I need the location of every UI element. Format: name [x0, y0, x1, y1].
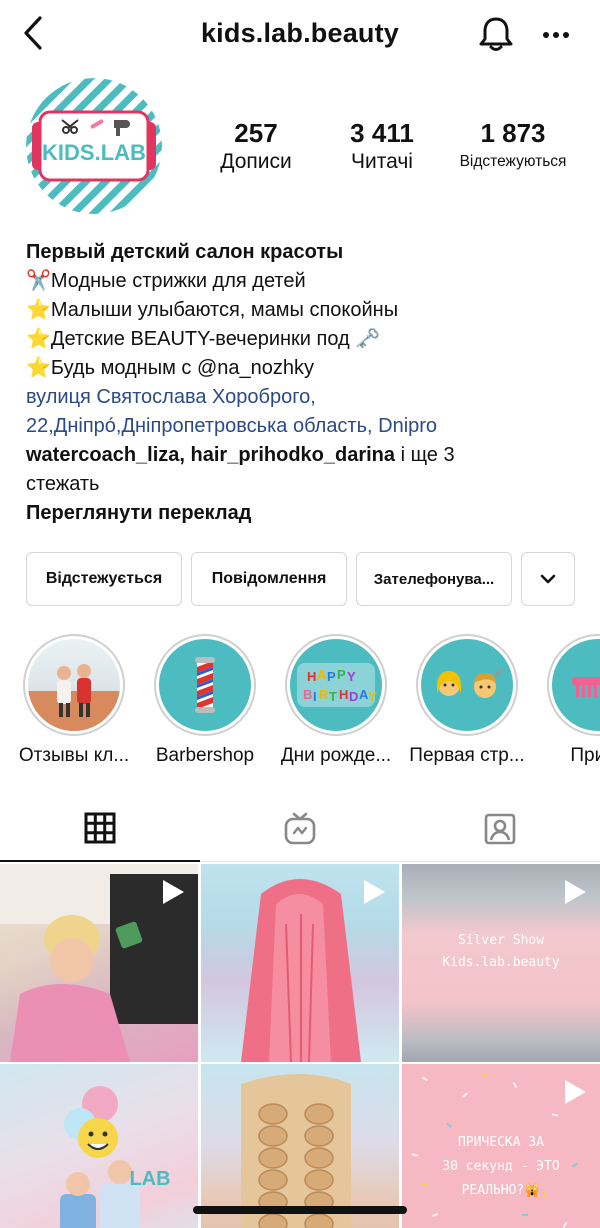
following-button[interactable]: Відстежується — [26, 552, 182, 606]
tagged-icon — [484, 813, 516, 845]
tab-igtv[interactable] — [200, 796, 400, 862]
profile-avatar[interactable]: KIDS.LAB — [26, 78, 162, 214]
see-translation-link[interactable]: Переглянути переклад — [26, 499, 586, 528]
highlight-label: Первая стр... — [409, 745, 525, 766]
chevron-down-icon — [540, 574, 556, 584]
profile-bio: Первый детский салон красоты ✂️Модные ст… — [26, 238, 586, 528]
tab-tagged[interactable] — [400, 796, 600, 862]
svg-text:R: R — [319, 687, 329, 702]
highlight-item[interactable]: Barbershop — [140, 634, 270, 768]
message-button[interactable]: Повідомлення — [191, 552, 347, 606]
top-bar: kids.lab.beauty — [0, 0, 600, 70]
posts-grid: Silver Show Kids.lab.beauty LAB ПРИЧЕСКА… — [0, 864, 600, 1228]
bio-line: ⭐Будь модным с @na_nozhky — [26, 357, 314, 379]
igtv-icon — [284, 812, 316, 845]
suggested-accounts-button[interactable] — [521, 552, 575, 606]
profile-stats: 257 Дописи 3 411 Читачі 1 873 Відстежуют… — [200, 118, 580, 178]
comb-icon — [572, 677, 600, 697]
post-caption-line: ПРИЧЕСКА ЗА — [457, 1135, 545, 1150]
bell-icon — [479, 17, 513, 51]
haircut-emoji-icon — [437, 669, 503, 698]
svg-text:B: B — [303, 687, 312, 702]
svg-text:D: D — [349, 689, 358, 704]
followed-by-rest: і ще 3 — [395, 444, 455, 466]
followed-by-names: watercoach_liza, hair_prihodko_darina — [26, 444, 396, 466]
posts-count-label: Дописи — [220, 150, 292, 173]
svg-text:H: H — [339, 687, 348, 702]
home-indicator[interactable] — [193, 1206, 407, 1214]
svg-text:P: P — [327, 669, 336, 684]
highlight-item[interactable]: Отзывы кл... — [9, 634, 139, 768]
posts-count[interactable]: 257 Дописи — [208, 118, 304, 176]
post-caption-line: РЕАЛЬНО?🙀 — [461, 1183, 541, 1198]
svg-text:Y: Y — [368, 689, 377, 704]
followed-by[interactable]: watercoach_liza, hair_prihodko_darina і … — [26, 441, 586, 470]
svg-text:P: P — [337, 667, 346, 682]
svg-text:Y: Y — [347, 669, 356, 684]
more-options-button[interactable] — [536, 20, 576, 50]
post-photo — [241, 1074, 351, 1228]
post-caption-line: Kids.lab.beauty — [442, 955, 560, 970]
video-play-icon — [163, 880, 184, 904]
posts-count-value: 257 — [234, 118, 278, 148]
more-dots-icon — [543, 32, 569, 38]
highlight-label: Дни рожде... — [280, 745, 392, 766]
followed-by-line2: стежать — [26, 473, 100, 495]
post-logo-text: LAB — [129, 1168, 171, 1190]
svg-text:I: I — [313, 689, 317, 704]
tab-posts-grid[interactable] — [0, 796, 200, 862]
post-caption-line: 30 секунд - ЭТО — [442, 1159, 560, 1174]
svg-text:T: T — [329, 689, 337, 704]
bio-line: ⭐Малыши улыбаются, мамы спокойны — [26, 299, 399, 321]
address-link-line2[interactable]: 22,Дніпро́,Дніпропетровська область, Dni… — [26, 412, 586, 441]
svg-text:H: H — [307, 669, 316, 684]
following-count[interactable]: 1 873 Відстежуються — [450, 118, 576, 176]
post-thumbnail[interactable]: Silver Show Kids.lab.beauty — [402, 864, 600, 1062]
post-caption-line: Silver Show — [457, 933, 545, 948]
highlight-item[interactable]: Приче — [533, 634, 600, 768]
bio-line: ⭐Детские BEAUTY-вечеринки под 🗝️ — [26, 328, 381, 350]
call-button[interactable]: Зателефонува... — [356, 552, 512, 606]
post-thumbnail[interactable] — [201, 864, 399, 1062]
video-play-icon — [364, 880, 385, 904]
following-count-label: Відстежуються — [459, 153, 567, 170]
barber-pole-icon — [195, 657, 215, 713]
highlight-photo — [28, 664, 120, 731]
happy-birthday-sticker: HAPPY BIRTHDAY — [297, 663, 377, 707]
avatar-logo-text: KIDS.LAB — [42, 140, 146, 165]
followers-count-label: Читачі — [351, 150, 413, 173]
profile-tabs — [0, 796, 600, 862]
bio-line: ✂️Модные стрижки для детей — [26, 270, 306, 292]
following-count-value: 1 873 — [480, 118, 546, 148]
address-link-line1[interactable]: вулиця Святослава Хороброго, — [26, 383, 586, 412]
post-photo — [60, 1086, 140, 1228]
profile-display-name: Первый детский салон красоты — [26, 241, 344, 263]
post-thumbnail[interactable] — [201, 1064, 399, 1228]
svg-text:A: A — [317, 667, 327, 682]
grid-icon — [84, 812, 116, 844]
video-play-icon — [565, 880, 586, 904]
post-thumbnail[interactable]: ПРИЧЕСКА ЗА 30 секунд - ЭТО РЕАЛЬНО?🙀 — [402, 1064, 600, 1228]
post-thumbnail[interactable] — [0, 864, 198, 1062]
highlight-label: Приче — [570, 745, 600, 766]
followers-count-value: 3 411 — [350, 118, 414, 148]
post-thumbnail[interactable]: LAB — [0, 1064, 198, 1228]
highlight-label: Отзывы кл... — [18, 745, 130, 766]
notifications-button[interactable] — [476, 14, 516, 54]
story-highlights: Отзывы кл... Barbershop HAPPY BI R T H D… — [0, 634, 600, 774]
highlight-item[interactable]: Первая стр... — [402, 634, 532, 768]
followers-count[interactable]: 3 411 Читачі — [332, 118, 432, 176]
video-play-icon — [565, 1080, 586, 1104]
highlight-item[interactable]: HAPPY BIRTHDAY Дни рожде... — [271, 634, 401, 768]
highlight-label: Barbershop — [155, 745, 255, 766]
